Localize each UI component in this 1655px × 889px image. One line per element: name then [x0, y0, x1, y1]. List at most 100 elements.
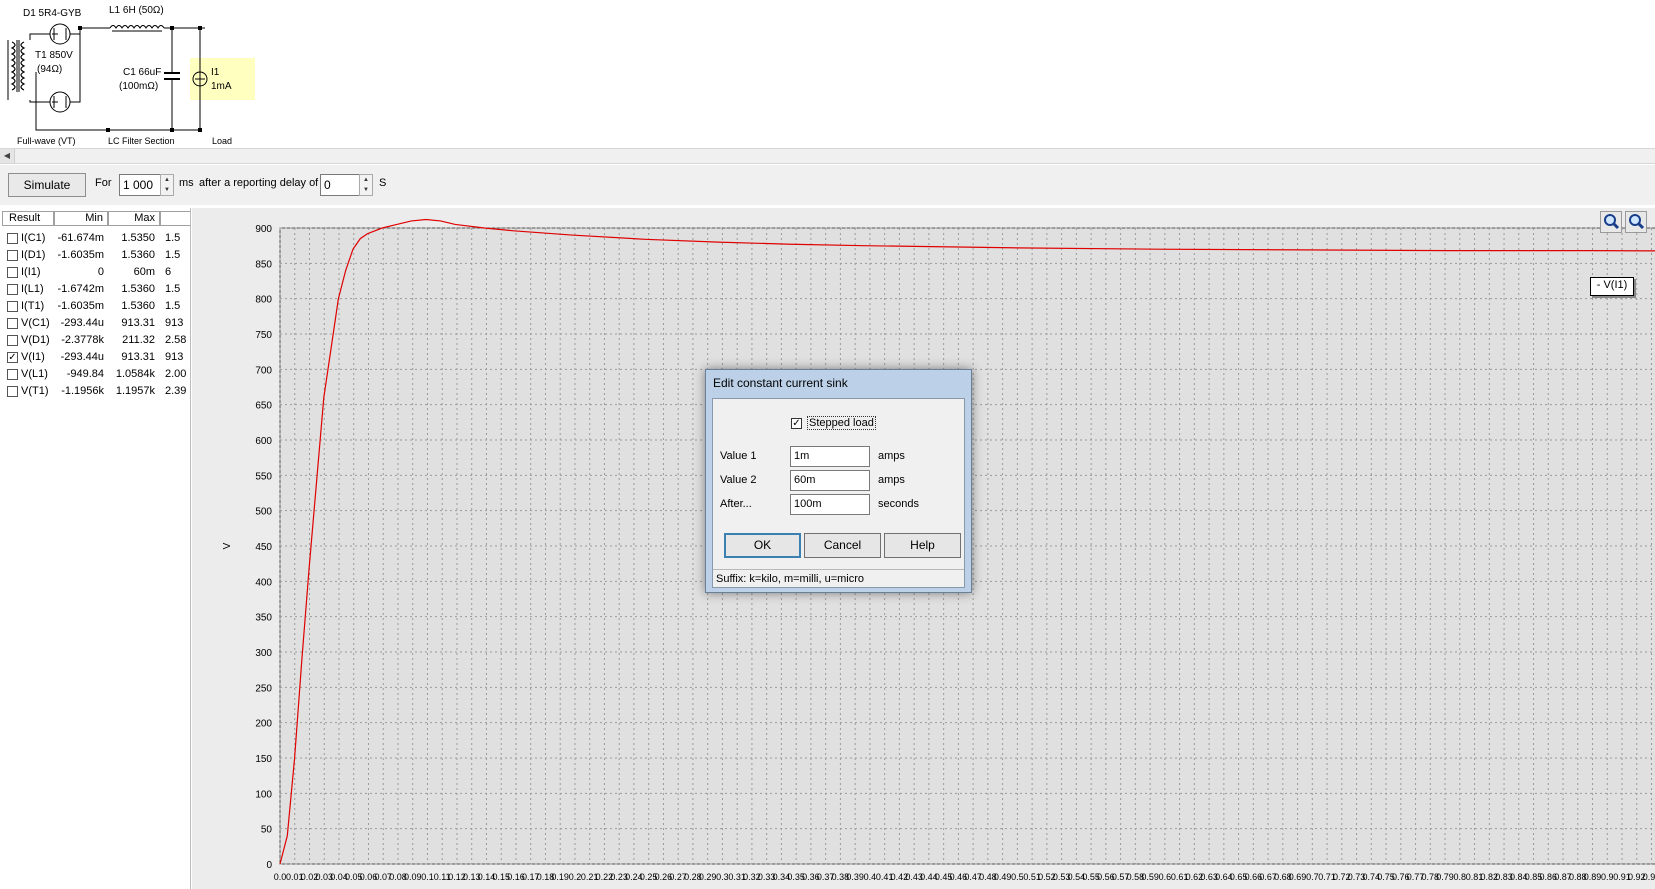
result-name: I(D1) [21, 249, 46, 261]
result-checkbox[interactable] [7, 335, 18, 346]
duration-spinner[interactable]: ▲ ▼ [160, 174, 174, 196]
x-tick-label: 0.4 [864, 872, 877, 882]
result-min: 0 [97, 266, 104, 278]
horizontal-scrollbar[interactable]: ◀ [0, 148, 1655, 164]
after-unit: seconds [878, 498, 919, 510]
result-min: -61.674m [57, 232, 104, 244]
simulation-toolbar: Simulate For 1 000 ▲ ▼ ms after a reporti… [0, 165, 1655, 205]
schematic-panel[interactable]: D1 5R4-GYB L1 6H (50Ω) T1 850V (94Ω) C1 … [0, 0, 1655, 148]
x-tick-label: 0.1 [421, 872, 434, 882]
dialog-title: Edit constant current sink [713, 376, 848, 390]
results-header-result[interactable]: Result [2, 211, 54, 226]
t1-resistance-label: (94Ω) [37, 64, 63, 75]
result-name: V(C1) [21, 317, 50, 329]
table-row[interactable]: I(I1) 0 60m 6 [0, 264, 190, 281]
x-tick-label: 0.9 [1601, 872, 1614, 882]
y-tick-label: 850 [255, 259, 272, 270]
zoom-out-icon[interactable] [1625, 211, 1647, 233]
result-name: I(T1) [21, 300, 45, 312]
table-row[interactable]: I(T1) -1.6035m 1.5360 1.5 [0, 298, 190, 315]
result-checkbox[interactable] [7, 250, 18, 261]
y-tick-label: 50 [261, 825, 273, 836]
delay-spinner[interactable]: ▲ ▼ [359, 174, 373, 196]
result-max: 211.32 [122, 334, 155, 346]
y-tick-label: 600 [255, 436, 272, 447]
result-checkbox[interactable] [7, 301, 18, 312]
filter-section-label: LC Filter Section [108, 136, 175, 146]
result-extra: 1.5 [165, 232, 181, 244]
duration-input[interactable]: 1 000 [119, 174, 161, 196]
table-row[interactable]: I(C1) -61.674m 1.5350 1.5 [0, 230, 190, 247]
result-checkbox[interactable] [7, 386, 18, 397]
result-checkbox[interactable] [7, 267, 18, 278]
simulate-button[interactable]: Simulate [8, 173, 86, 197]
result-extra: 2.00 [165, 368, 187, 380]
for-label: For [95, 177, 112, 189]
results-header-extra[interactable] [160, 211, 190, 226]
result-extra: 913 [165, 351, 184, 363]
y-axis-label: V [222, 542, 233, 549]
result-max: 1.5360 [121, 249, 155, 261]
y-tick-label: 750 [255, 330, 272, 341]
table-row[interactable]: V(T1) -1.1956k 1.1957k 2.39 [0, 383, 190, 400]
y-tick-label: 250 [255, 683, 272, 694]
result-checkbox[interactable] [7, 369, 18, 380]
value2-label: Value 2 [720, 474, 757, 486]
value1-unit: amps [878, 450, 905, 462]
table-row[interactable]: I(L1) -1.6742m 1.5360 1.5 [0, 281, 190, 298]
value2-input[interactable]: 60m [790, 470, 870, 491]
result-name: I(C1) [21, 232, 46, 244]
x-tick-label: 0.3 [716, 872, 729, 882]
results-list[interactable]: Result Min Max I(C1) -61.674m 1.5350 1.5… [0, 208, 191, 889]
ok-button[interactable]: OK [724, 533, 801, 558]
table-row[interactable]: V(D1) -2.3778k 211.32 2.58 [0, 332, 190, 349]
x-tick-label: 0.0 [274, 872, 287, 882]
result-min: -1.6742m [57, 283, 104, 295]
result-checkbox[interactable] [7, 233, 18, 244]
help-button[interactable]: Help [884, 533, 961, 558]
result-min: -1.6035m [57, 300, 104, 312]
i1-value-label: 1mA [211, 81, 232, 92]
result-checkbox-checked[interactable]: ✓ [7, 352, 18, 363]
fullwave-section-label: Full-wave (VT) [17, 136, 76, 146]
result-min: -949.84 [66, 368, 104, 380]
chart-legend[interactable]: - V(I1) [1590, 277, 1634, 296]
spin-up-icon[interactable]: ▲ [360, 175, 372, 185]
result-max: 1.0584k [115, 368, 155, 380]
value1-input[interactable]: 1m [790, 446, 870, 467]
result-checkbox[interactable] [7, 284, 18, 295]
stepped-load-label[interactable]: Stepped load [807, 416, 876, 430]
x-tick-label: 0.7 [1306, 872, 1319, 882]
result-max: 60m [133, 266, 155, 278]
table-row[interactable]: I(D1) -1.6035m 1.5360 1.5 [0, 247, 190, 264]
result-checkbox[interactable] [7, 318, 18, 329]
x-tick-label: 0.93 [1643, 872, 1655, 882]
results-header-min[interactable]: Min [54, 211, 108, 226]
result-name: I(L1) [21, 283, 44, 295]
spin-down-icon[interactable]: ▼ [360, 185, 372, 195]
x-tick-label: 0.79 [1436, 872, 1454, 882]
result-max: 913.31 [121, 351, 155, 363]
y-tick-label: 200 [255, 719, 272, 730]
spin-up-icon[interactable]: ▲ [161, 175, 173, 185]
after-label: After... [720, 498, 752, 510]
zoom-in-icon[interactable] [1600, 211, 1622, 233]
stepped-load-checkbox[interactable]: ✓ [791, 418, 802, 429]
result-min: -293.44u [60, 317, 104, 329]
l1-label: L1 6H (50Ω) [109, 5, 164, 16]
after-input[interactable]: 100m [790, 494, 870, 515]
cancel-button[interactable]: Cancel [804, 533, 881, 558]
table-row[interactable]: ✓ V(I1) -293.44u 913.31 913 [0, 349, 190, 366]
table-row[interactable]: V(C1) -293.44u 913.31 913 [0, 315, 190, 332]
scroll-left-icon[interactable]: ◀ [0, 149, 15, 163]
y-tick-label: 300 [255, 648, 272, 659]
spin-down-icon[interactable]: ▼ [161, 185, 173, 195]
results-header-max[interactable]: Max [108, 211, 160, 226]
edit-current-sink-dialog: Edit constant current sink ✓ Stepped loa… [705, 369, 972, 593]
table-row[interactable]: V(L1) -949.84 1.0584k 2.00 [0, 366, 190, 383]
result-name: V(D1) [21, 334, 50, 346]
i1-label: I1 [211, 67, 220, 78]
y-tick-label: 650 [255, 401, 272, 412]
x-tick-label: 0.6 [1159, 872, 1172, 882]
delay-input[interactable]: 0 [320, 174, 360, 196]
